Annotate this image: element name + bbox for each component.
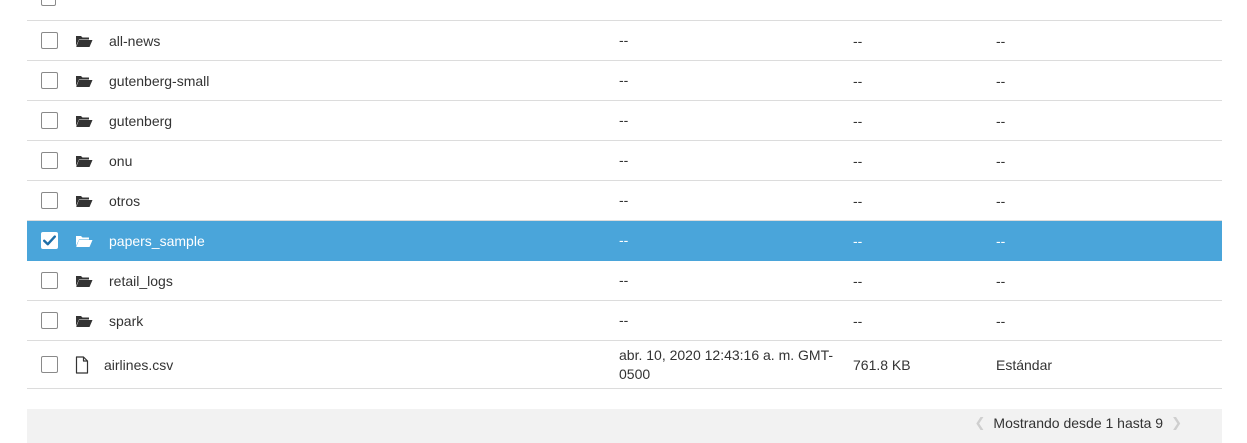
row-date: -- — [619, 272, 629, 288]
folder-open-icon — [75, 181, 97, 220]
row-size: 761.8 KB — [853, 356, 911, 373]
row-size: -- — [853, 312, 863, 329]
row-storage-class: -- — [996, 112, 1006, 129]
folder-open-icon — [75, 221, 97, 260]
row-checkbox[interactable] — [41, 112, 58, 129]
row-date: -- — [619, 192, 629, 208]
table-row[interactable]: airlines.csv abr. 10, 2020 12:43:16 a. m… — [27, 341, 1222, 389]
row-storage-class: -- — [996, 232, 1006, 249]
table-row[interactable]: gutenberg-small -- -- -- — [27, 61, 1222, 101]
row-size: -- — [853, 232, 863, 249]
row-name[interactable]: gutenberg — [109, 113, 172, 129]
select-all-checkbox[interactable] — [41, 0, 56, 6]
folder-open-icon — [75, 301, 97, 340]
row-size: -- — [853, 152, 863, 169]
row-checkbox[interactable] — [41, 192, 58, 209]
row-date: -- — [619, 32, 629, 48]
row-storage-class: -- — [996, 312, 1006, 329]
row-checkbox[interactable] — [41, 356, 58, 373]
table-row[interactable]: all-news -- -- -- — [27, 21, 1222, 61]
folder-open-icon — [75, 101, 97, 140]
row-storage-class: Estándar — [996, 356, 1053, 373]
chevron-left-icon[interactable]: ❮ — [975, 415, 986, 431]
row-size: -- — [853, 272, 863, 289]
table-row[interactable]: spark -- -- -- — [27, 301, 1222, 341]
row-date: -- — [619, 312, 629, 328]
row-checkbox[interactable] — [41, 152, 58, 169]
row-storage-class: -- — [996, 272, 1006, 289]
row-name[interactable]: airlines.csv — [104, 357, 173, 373]
row-name[interactable]: onu — [109, 153, 132, 169]
row-date: -- — [619, 152, 629, 168]
file-list: all-news -- -- -- gutenberg-small -- -- … — [27, 0, 1222, 389]
folder-open-icon — [75, 141, 97, 180]
row-date: -- — [619, 112, 629, 128]
row-storage-class: -- — [996, 72, 1006, 89]
row-checkbox-checked[interactable] — [41, 232, 58, 249]
file-icon — [75, 341, 97, 388]
row-checkbox[interactable] — [41, 312, 58, 329]
folder-open-icon — [75, 261, 97, 300]
row-size: -- — [853, 112, 863, 129]
row-size: -- — [853, 32, 863, 49]
row-checkbox[interactable] — [41, 272, 58, 289]
row-checkbox[interactable] — [41, 32, 58, 49]
table-footer: ❮ Mostrando desde 1 hasta 9 ❯ — [27, 409, 1222, 443]
row-name[interactable]: all-news — [109, 33, 160, 49]
folder-open-icon — [75, 61, 97, 100]
table-row-selected[interactable]: papers_sample -- -- -- — [27, 221, 1222, 261]
chevron-right-icon[interactable]: ❯ — [1171, 415, 1182, 431]
table-row[interactable]: otros -- -- -- — [27, 181, 1222, 221]
row-name[interactable]: spark — [109, 313, 143, 329]
table-header — [27, 0, 1222, 21]
pagination-text: Mostrando desde 1 hasta 9 — [993, 415, 1164, 431]
checkmark-icon — [43, 235, 56, 246]
row-name[interactable]: gutenberg-small — [109, 73, 209, 89]
row-checkbox[interactable] — [41, 72, 58, 89]
row-date: -- — [619, 232, 629, 248]
row-date: abr. 10, 2020 12:43:16 a. m. GMT-0500 — [619, 346, 834, 382]
row-name[interactable]: otros — [109, 193, 140, 209]
table-row[interactable]: onu -- -- -- — [27, 141, 1222, 181]
row-size: -- — [853, 72, 863, 89]
row-name[interactable]: retail_logs — [109, 273, 173, 289]
row-date: -- — [619, 72, 629, 88]
folder-open-icon — [75, 21, 97, 60]
row-storage-class: -- — [996, 192, 1006, 209]
row-storage-class: -- — [996, 32, 1006, 49]
row-size: -- — [853, 192, 863, 209]
table-row[interactable]: gutenberg -- -- -- — [27, 101, 1222, 141]
row-name[interactable]: papers_sample — [109, 233, 205, 249]
row-storage-class: -- — [996, 152, 1006, 169]
table-row[interactable]: retail_logs -- -- -- — [27, 261, 1222, 301]
pagination: ❮ Mostrando desde 1 hasta 9 ❯ — [975, 409, 1182, 437]
